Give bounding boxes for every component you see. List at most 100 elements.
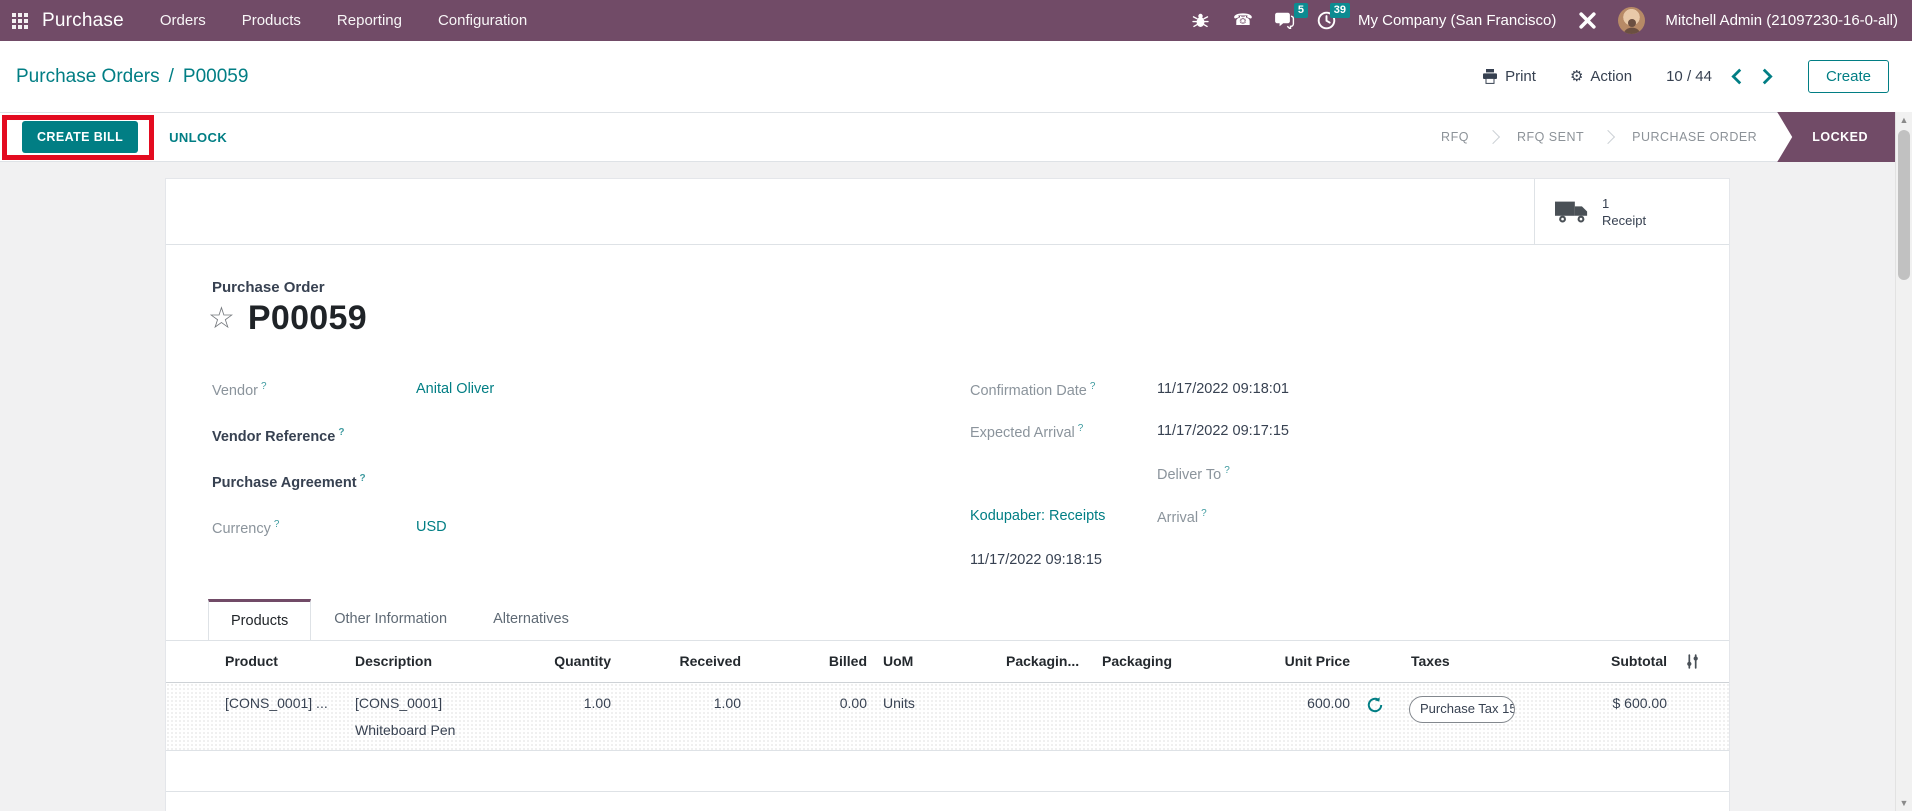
tab-alternatives[interactable]: Alternatives <box>470 598 592 640</box>
vertical-scrollbar[interactable]: ▲ ▼ <box>1895 112 1912 811</box>
col-packaging-qty: Packagin... <box>1006 653 1079 669</box>
breadcrumb-current: P00059 <box>183 66 249 88</box>
statusbar-buttons: CREATE BILL UNLOCK <box>22 121 227 153</box>
messages-icon[interactable]: 5 <box>1274 10 1296 32</box>
developer-tools-icon[interactable] <box>1576 10 1598 32</box>
vendor-value-link[interactable]: Anital Oliver <box>416 381 494 397</box>
receipt-count: 1 <box>1602 195 1646 212</box>
expected-arrival-label: Expected Arrival <box>970 425 1075 441</box>
field-scheduled-date: 11/17/2022 09:18:15 <box>970 552 1102 568</box>
price-history-icon[interactable] <box>1366 696 1384 719</box>
field-currency: Currency?USD <box>212 519 447 537</box>
scroll-down-icon[interactable]: ▼ <box>1896 795 1912 811</box>
pager-previous-icon[interactable] <box>1730 68 1743 85</box>
print-button[interactable]: Print <box>1482 68 1536 85</box>
scroll-up-icon[interactable]: ▲ <box>1896 112 1912 128</box>
action-button[interactable]: ⚙ Action <box>1570 68 1632 85</box>
tab-other-information[interactable]: Other Information <box>311 598 470 640</box>
menu-reporting[interactable]: Reporting <box>337 12 402 29</box>
confirmation-date-label: Confirmation Date <box>970 383 1087 399</box>
menu-products[interactable]: Products <box>242 12 301 29</box>
voip-phone-icon[interactable]: ☎ <box>1232 10 1254 32</box>
user-avatar[interactable] <box>1618 7 1645 34</box>
tax-tag: Purchase Tax 15% <box>1409 696 1515 723</box>
control-panel: Purchase Orders / P00059 Print ⚙ Action … <box>0 41 1912 112</box>
tab-products[interactable]: Products <box>208 599 311 641</box>
help-marker: ? <box>274 519 280 530</box>
user-menu[interactable]: Mitchell Admin (21097230-16-0-all) <box>1665 12 1898 29</box>
help-marker: ? <box>338 427 344 438</box>
vendor-label: Vendor <box>212 383 258 399</box>
col-unit-price: Unit Price <box>1215 653 1350 669</box>
activities-clock-icon[interactable]: 39 <box>1316 10 1338 32</box>
receipt-smart-button[interactable]: 1 Receipt <box>1534 179 1729 244</box>
cell-uom: Units <box>883 695 915 711</box>
help-marker: ? <box>1090 381 1096 392</box>
pager[interactable]: 10 / 44 <box>1666 68 1712 85</box>
breadcrumb: Purchase Orders / P00059 <box>16 66 248 88</box>
receipt-button-text: 1 Receipt <box>1602 195 1646 229</box>
create-button[interactable]: Create <box>1808 60 1889 93</box>
expected-arrival-value: 11/17/2022 09:17:15 <box>1157 423 1289 439</box>
status-pipeline: RFQ RFQ SENT PURCHASE ORDER LOCKED <box>1441 113 1895 161</box>
deliver-to-label: Deliver To <box>1157 467 1221 483</box>
record-name: P00059 <box>248 299 367 338</box>
stage-purchase-order[interactable]: PURCHASE ORDER <box>1632 130 1757 144</box>
stage-rfq-sent[interactable]: RFQ SENT <box>1517 130 1584 144</box>
field-purchase-agreement: Purchase Agreement? <box>212 473 416 491</box>
col-packaging: Packaging <box>1102 653 1172 669</box>
control-panel-actions: Print ⚙ Action 10 / 44 Create <box>1482 60 1889 93</box>
printer-icon <box>1482 69 1498 84</box>
help-marker: ? <box>1201 508 1207 519</box>
stage-rfq[interactable]: RFQ <box>1441 130 1469 144</box>
help-marker: ? <box>1078 423 1084 434</box>
cell-unit-price: 600.00 <box>1215 695 1350 711</box>
notebook-tabs: Products Other Information Alternatives <box>166 599 1729 641</box>
purchase-agreement-label: Purchase Agreement <box>212 475 357 491</box>
navbar-right: ☎ 5 39 My Company (San Francisco) Mitche… <box>1190 7 1898 34</box>
cell-billed: 0.00 <box>757 695 867 711</box>
section-divider <box>166 791 1729 792</box>
field-arrival: Kodupaber: Receipts Arrival? <box>970 508 1207 526</box>
document-type-label: Purchase Order <box>212 279 325 296</box>
vendor-reference-label: Vendor Reference <box>212 429 335 445</box>
receipt-picking-link[interactable]: Kodupaber: Receipts <box>970 508 1105 524</box>
create-bill-button[interactable]: CREATE BILL <box>22 121 138 153</box>
menu-orders[interactable]: Orders <box>160 12 206 29</box>
field-expected-arrival: Expected Arrival? 11/17/2022 09:17:15 <box>970 423 1289 441</box>
receipt-label: Receipt <box>1602 212 1646 229</box>
col-received: Received <box>621 653 741 669</box>
navbar-left: Purchase Orders Products Reporting Confi… <box>12 10 527 32</box>
help-marker: ? <box>1224 465 1230 476</box>
field-deliver-to: Deliver To? <box>970 465 1230 483</box>
stage-separator-icon <box>1601 130 1615 144</box>
gear-icon: ⚙ <box>1570 69 1583 84</box>
cell-product: [CONS_0001] ... <box>225 695 328 711</box>
app-name[interactable]: Purchase <box>42 10 124 32</box>
messages-badge: 5 <box>1294 3 1308 18</box>
favorite-star-icon[interactable]: ☆ <box>208 304 235 334</box>
help-marker: ? <box>360 473 366 484</box>
stage-locked-active[interactable]: LOCKED <box>1777 112 1895 162</box>
optional-columns-icon[interactable] <box>1684 653 1701 673</box>
odoo-purchase-order-page: Purchase Orders Products Reporting Confi… <box>0 0 1912 811</box>
col-uom: UoM <box>883 653 913 669</box>
company-switcher[interactable]: My Company (San Francisco) <box>1358 12 1556 29</box>
cell-subtotal: $ 600.00 <box>1532 695 1667 711</box>
scheduled-date-value: 11/17/2022 09:18:15 <box>970 552 1102 568</box>
form-sheet: 1 Receipt Purchase Order ☆ P00059 Vendor… <box>165 178 1730 811</box>
order-lines-list: Product Description Quantity Received Bi… <box>166 641 1729 751</box>
bug-icon[interactable] <box>1190 10 1212 32</box>
apps-grid-icon[interactable] <box>12 13 28 29</box>
help-marker: ? <box>261 381 267 392</box>
pager-next-icon[interactable] <box>1761 68 1774 85</box>
arrival-label: Arrival <box>1157 510 1198 526</box>
field-confirmation-date: Confirmation Date?11/17/2022 09:18:01 <box>970 381 1289 399</box>
currency-value-link[interactable]: USD <box>416 519 447 535</box>
main-menu: Orders Products Reporting Configuration <box>160 12 527 29</box>
scrollbar-thumb[interactable] <box>1898 130 1910 280</box>
menu-configuration[interactable]: Configuration <box>438 12 527 29</box>
unlock-button[interactable]: UNLOCK <box>169 130 227 145</box>
breadcrumb-purchase-orders[interactable]: Purchase Orders <box>16 66 160 88</box>
cell-description-line2: Whiteboard Pen <box>355 722 455 738</box>
